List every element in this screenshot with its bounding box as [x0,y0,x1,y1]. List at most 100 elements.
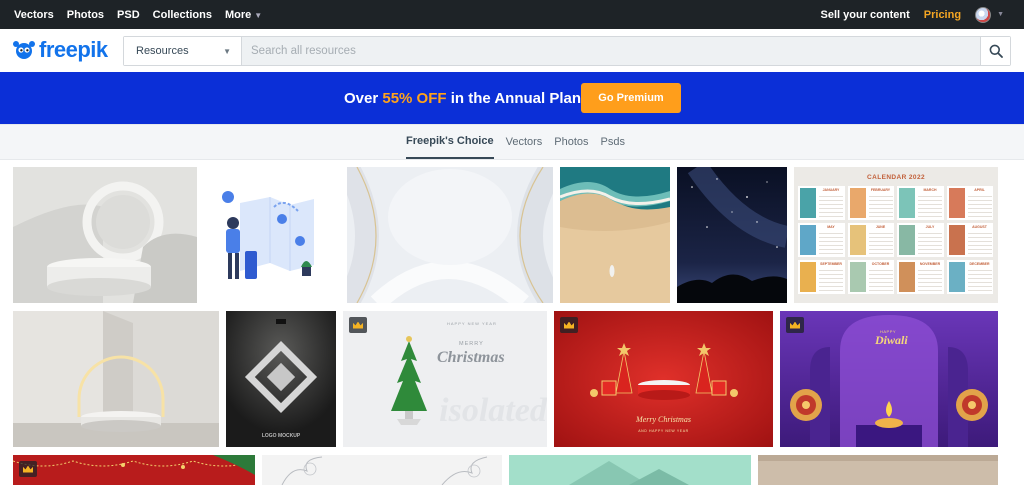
calendar-month: FEBRUARY [847,186,894,220]
gallery-item-beach-aerial[interactable] [560,167,670,303]
gallery-item-diwali-card[interactable]: HAPPY Diwali [780,311,998,447]
calendar-month-image [800,262,816,292]
promo-discount: 55% OFF [382,90,447,107]
gallery-item-silver-abstract[interactable] [347,167,553,303]
crown-icon [353,321,363,329]
logo-icon [13,41,35,59]
calendar-month: AUGUST [946,223,993,257]
calendar-days [967,231,992,254]
resource-type-value: Resources [136,45,189,57]
calendar-month-label: JUNE [875,225,886,229]
calendar-days [918,194,942,217]
calendar-month: JUNE [847,223,894,257]
search-bar: Resources ▼ [123,36,1011,66]
pricing-link[interactable]: Pricing [924,9,961,21]
calendar-month-label: JANUARY [822,188,840,192]
calendar-month: MAY [798,223,845,257]
calendar-month-image [849,188,866,218]
calendar-month-label: DECEMBER [969,262,990,266]
calendar-month-label: NOVEMBER [919,262,941,266]
travel-illustration [204,167,340,303]
calendar-days [819,231,843,254]
calendar-month-image [899,262,915,292]
resource-type-select[interactable]: Resources ▼ [124,37,242,65]
red-card-subtitle: AND HAPPY NEW YEAR [638,429,689,433]
nav-collections[interactable]: Collections [153,9,212,21]
gallery-item-neon-arch-podium[interactable] [13,311,219,447]
calendar-month: SEPTEMBER [798,260,845,294]
calendar-month-label: AUGUST [972,225,987,229]
sell-content-link[interactable]: Sell your content [821,9,910,21]
nav-psd[interactable]: PSD [117,9,140,21]
calendar-days [819,194,843,217]
search-icon [989,44,1003,58]
svg-text:isolated: isolated [439,392,547,429]
premium-crown-badge [560,317,578,333]
nav-more[interactable]: More ▼ [225,9,262,21]
nav-vectors[interactable]: Vectors [14,9,54,21]
xmas-card-title: Christmas [437,349,505,366]
calendar-month: JULY [897,223,944,257]
avatar [975,6,992,23]
search-input[interactable] [242,37,980,65]
calendar-month-image [899,225,915,255]
calendar-days [868,194,893,217]
top-nav-links: Vectors Photos PSD Collections More ▼ [14,0,262,29]
red-card-title: Merry Christmas [636,415,691,424]
beach-photo [560,167,670,303]
calendar-days [819,268,843,291]
calendar-month-image [948,225,965,255]
gallery-item-christmas-card-red[interactable]: Merry Christmas AND HAPPY NEW YEAR [554,311,773,447]
image-gallery: CALENDAR 2022 JANUARY FEBRUARY MARCH APRIL M… [0,160,1024,485]
gallery-item-night-sky[interactable] [677,167,787,303]
xmas-card-merry: MERRY [459,341,484,347]
calendar-grid: JANUARY FEBRUARY MARCH APRIL MAY JUNE JULY AUGU… [798,186,996,298]
calendar-month: MARCH [897,186,944,220]
calendar-month-image [800,188,816,218]
search-header: freepik Resources ▼ [0,29,1024,72]
premium-crown-badge [349,317,367,333]
christmas-tree-illustration: isolated [343,311,547,447]
nav-photos[interactable]: Photos [67,9,104,21]
calendar-month-label: APRIL [974,188,985,192]
calendar-month-label: MARCH [923,188,937,192]
chevron-down-icon: ▼ [997,11,1004,18]
top-navbar: Vectors Photos PSD Collections More ▼ Sel… [0,0,1024,29]
calendar-days [967,268,992,291]
tab-photos[interactable]: Photos [554,125,588,159]
night-sky-photo [677,167,787,303]
tab-vectors[interactable]: Vectors [506,125,543,159]
search-button[interactable] [980,37,1010,65]
calendar-month: JANUARY [798,186,845,220]
promo-text: Over 55% OFF in the Annual Plan [344,90,581,107]
logo-mockup-image [226,311,336,447]
category-tabs: Freepik's Choice Vectors Photos Psds [0,124,1024,160]
promo-prefix: Over [344,90,383,107]
mockup-caption: LOGO MOCKUP [261,433,301,439]
calendar-days [967,194,992,217]
freepik-logo[interactable]: freepik [12,37,108,63]
gallery-item-travel-illustration[interactable] [204,167,340,303]
premium-crown-badge [19,461,37,477]
calendar-month-image [800,225,816,255]
red-christmas-illustration [554,311,773,447]
top-nav-right: Sell your content Pricing ▼ [821,0,1004,29]
calendar-month-label: SEPTEMBER [820,262,842,266]
go-premium-button[interactable]: Go Premium [581,83,681,113]
calendar-month-image [948,262,965,292]
crown-icon [564,321,574,329]
gallery-item-calendar-2022[interactable]: CALENDAR 2022 JANUARY FEBRUARY MARCH APRIL M… [794,167,998,303]
calendar-month-image [948,188,965,218]
gallery-item-podium-white[interactable] [13,167,197,303]
gallery-item-logo-mockup[interactable]: LOGO MOCKUP [226,311,336,447]
logo-text: freepik [39,37,108,62]
tab-psds[interactable]: Psds [601,125,625,159]
calendar-month: DECEMBER [946,260,993,294]
user-menu[interactable]: ▼ [975,6,1004,23]
gallery-item-christmas-card-white[interactable]: isolated HAPPY NEW YEAR MERRY Christmas [343,311,547,447]
promo-banner: Over 55% OFF in the Annual Plan Go Premi… [0,72,1024,124]
crown-icon [23,465,33,473]
neon-podium-illustration [13,311,219,447]
calendar-month-label: FEBRUARY [870,188,891,192]
tab-freepiks-choice[interactable]: Freepik's Choice [406,125,494,159]
